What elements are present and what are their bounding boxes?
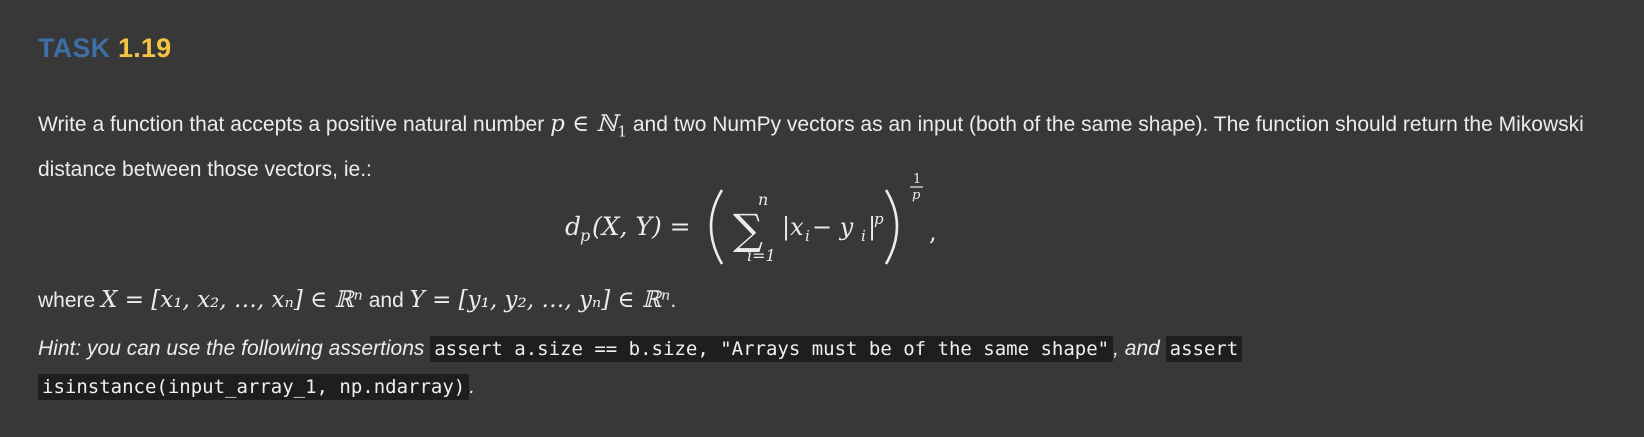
description-text-1: Write a function that accepts a positive… — [38, 113, 551, 136]
math-p-symbol: p ∈ ℕ — [550, 111, 618, 137]
formula-body-sub-i1: i — [805, 227, 810, 245]
where-end: . — [670, 289, 677, 312]
code-assert-keyword: assert — [1165, 336, 1243, 362]
hint-end: . — [469, 375, 476, 398]
exponent-denominator: p — [912, 188, 921, 203]
exponent-numerator: 1 — [913, 172, 921, 187]
formula-trailing-comma: , — [929, 218, 937, 246]
formula-body-x: |x — [782, 213, 804, 242]
right-paren — [884, 189, 899, 265]
formula-graphic: d p (X, Y) = n ∑ i=1 |x i − y i | p 1 p … — [565, 172, 937, 265]
math-p-subscript: 1 — [617, 122, 628, 141]
and-text: and — [362, 289, 410, 312]
formula-body-sub-i2: i — [861, 227, 866, 245]
code-assert-size: assert a.size == b.size, "Arrays must be… — [430, 336, 1114, 362]
math-y-vector: Y = [y₁, y₂, …, yₙ] ∈ ℝⁿ — [409, 287, 671, 313]
minkowski-formula: d p (X, Y) = n ∑ i=1 |x i − y i | p 1 p … — [0, 168, 1644, 278]
hint-text: Hint: you can use the following assertio… — [38, 330, 1598, 406]
task-number: 1.19 — [118, 33, 172, 63]
formula-lhs-d: d — [565, 212, 581, 241]
task-heading: TASK 1.19 — [38, 33, 171, 64]
sum-lower-limit: i=1 — [747, 246, 776, 265]
where-text: where — [38, 289, 102, 312]
math-p-natural: p ∈ ℕ1 — [550, 111, 627, 141]
formula-lhs-args: (X, Y) = — [592, 212, 691, 241]
hint-prefix: Hint: you can use the following assertio… — [38, 337, 431, 360]
code-isinstance: isinstance(input_array_1, np.ndarray) — [38, 374, 470, 400]
hint-middle: , and — [1113, 337, 1166, 360]
left-paren — [709, 189, 724, 265]
task-label: TASK — [38, 33, 111, 63]
formula-body-power: p — [874, 210, 884, 228]
formula-body-minus-y: − y — [812, 213, 854, 241]
vector-definition: where X = [x₁, x₂, …, xₙ] ∈ ℝⁿ and Y = [… — [38, 281, 1598, 320]
math-x-vector: X = [x₁, x₂, …, xₙ] ∈ ℝⁿ — [101, 287, 363, 313]
formula-lhs-sub: p — [580, 226, 590, 245]
task-page: TASK 1.19 Write a function that accepts … — [0, 0, 1644, 437]
